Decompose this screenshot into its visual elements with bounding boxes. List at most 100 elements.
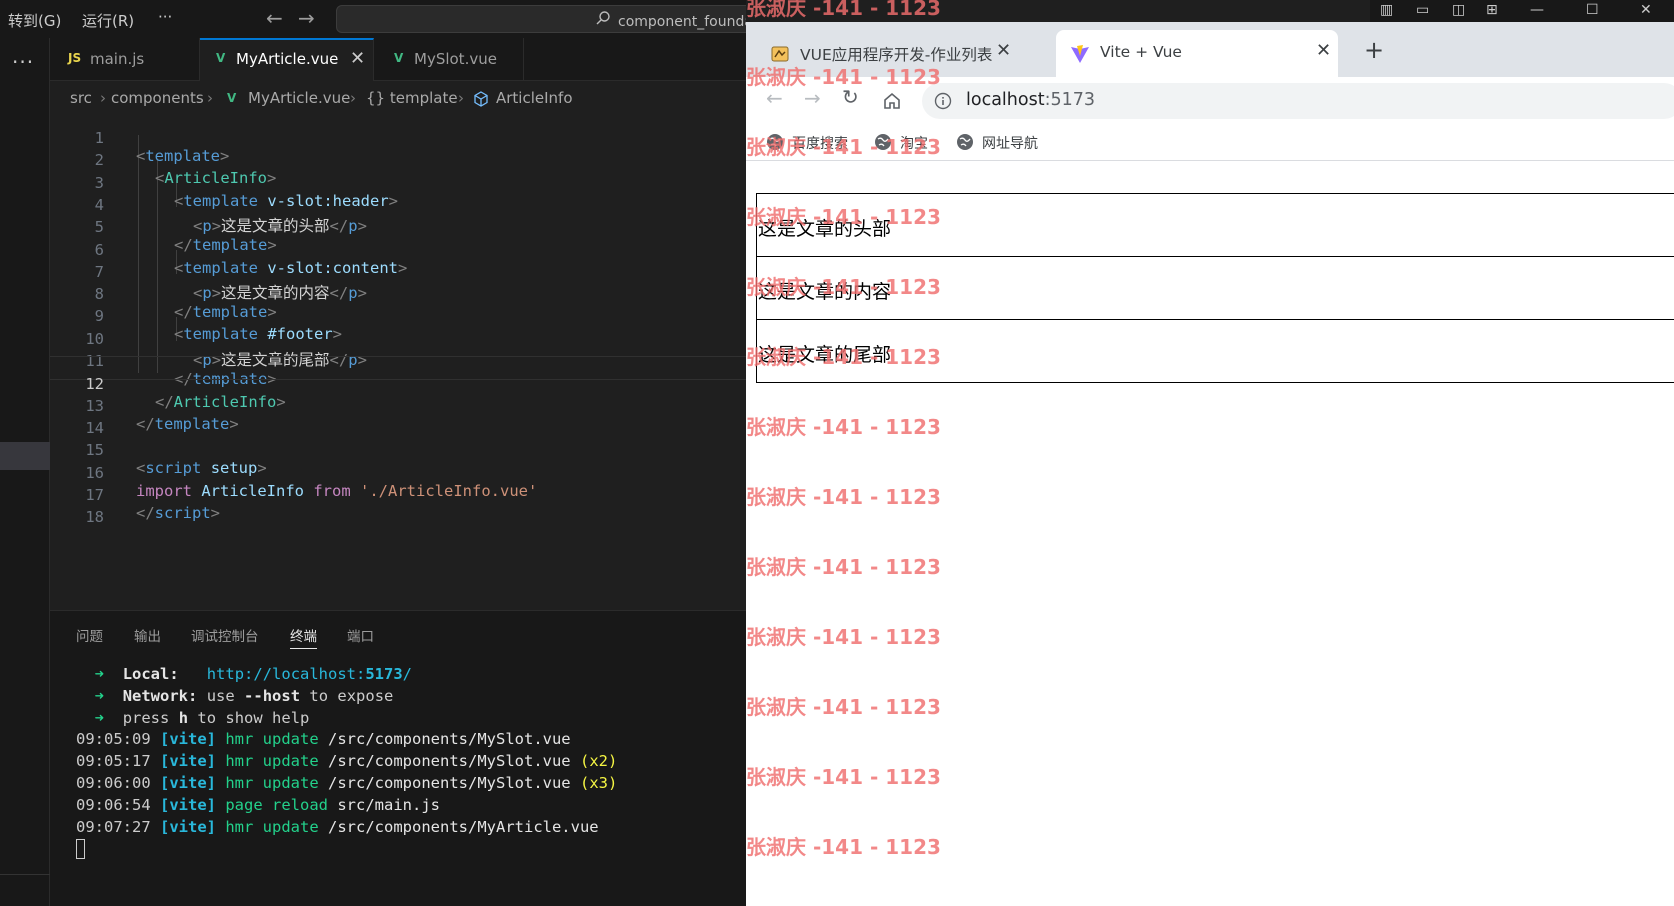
- close-icon[interactable]: ✕: [350, 48, 365, 69]
- code-line: 17 </script>: [50, 468, 746, 522]
- back-arrow-icon[interactable]: ←: [266, 6, 283, 30]
- panel-tab-ports[interactable]: 端口: [347, 625, 374, 645]
- home-icon[interactable]: [882, 91, 902, 111]
- terminal-log-line: 09:05:09 [vite] hmr update /src/componen…: [76, 730, 571, 749]
- code-line: 6 <template v-slot:content>: [50, 223, 746, 277]
- browser-tab-strip: VUE应用程序开发-作业列表 ✕ Vite + Vue ✕ +: [746, 22, 1674, 77]
- new-tab-button[interactable]: +: [1364, 36, 1384, 64]
- tab-label: MySlot.vue: [414, 50, 497, 68]
- panel-tab-debug-console[interactable]: 调试控制台: [191, 625, 259, 645]
- browser-tab-homework[interactable]: VUE应用程序开发-作业列表 ✕: [756, 30, 1016, 77]
- tab-myarticle-vue[interactable]: V MyArticle.vue ✕: [200, 38, 374, 81]
- browser-window: VUE应用程序开发-作业列表 ✕ Vite + Vue ✕ + ← → ↻ lo…: [746, 22, 1674, 906]
- component-icon: [474, 91, 488, 107]
- more-views-icon[interactable]: ···: [12, 50, 34, 74]
- activity-bar: ···: [0, 38, 50, 906]
- terminal-line: ➜ press h to show help: [94, 708, 310, 727]
- breadcrumb-file[interactable]: MyArticle.vue: [248, 89, 350, 107]
- maximize-icon[interactable]: ☐: [1586, 2, 1599, 18]
- article-header-text: 这是文章的头部: [758, 218, 892, 240]
- article-footer-slot: 这是文章的尾部: [756, 319, 1674, 383]
- site-info-icon[interactable]: [934, 92, 952, 110]
- browser-toolbar: ← → ↻ localhost:5173: [746, 77, 1674, 125]
- panel-tab-problems[interactable]: 问题: [76, 625, 103, 645]
- site-favicon-icon: [771, 46, 789, 62]
- arrow-icon: ➜: [94, 708, 105, 727]
- bookmarks-bar: 百度搜索 淘宝 网址导航: [746, 125, 1674, 161]
- panel-tab-output[interactable]: 输出: [134, 625, 161, 645]
- menu-more[interactable]: ···: [158, 8, 172, 26]
- terminal-log-line: 09:06:00 [vite] hmr update /src/componen…: [76, 773, 618, 792]
- local-url[interactable]: http://localhost:5173/: [207, 665, 412, 683]
- bottom-panel: 问题 输出 调试控制台 终端 端口 ➜ Local: http://localh…: [50, 610, 746, 906]
- arrow-icon: ➜: [94, 665, 105, 683]
- code-editor[interactable]: 1 <template> 2 <ArticleInfo> 3 <template…: [50, 111, 746, 611]
- menu-goto[interactable]: 转到(G): [8, 10, 61, 31]
- layout-sidebar-icon[interactable]: ▥: [1380, 2, 1393, 18]
- tab-myslot-vue[interactable]: V MySlot.vue: [374, 38, 524, 81]
- title-bar: 转到(G) 运行(R) ··· ← → component_foundation…: [0, 0, 746, 38]
- code-line: 7 <p>这是文章的内容</p>: [50, 245, 746, 302]
- minimize-icon[interactable]: —: [1530, 2, 1544, 18]
- forward-arrow-icon[interactable]: →: [298, 6, 315, 30]
- chevron-right-icon: ›: [207, 89, 213, 107]
- code-line: 8 </template>: [50, 267, 746, 321]
- breadcrumb-src[interactable]: src: [70, 89, 92, 107]
- reload-icon[interactable]: ↻: [842, 85, 859, 109]
- code-line: 11 </template>: [50, 334, 746, 388]
- browser-back-icon[interactable]: ←: [766, 86, 783, 110]
- chevron-right-icon: ›: [100, 89, 106, 107]
- customize-layout-icon[interactable]: ⊞: [1486, 2, 1498, 18]
- browser-tab-vite-vue[interactable]: Vite + Vue ✕: [1056, 30, 1338, 77]
- menu-run[interactable]: 运行(R): [82, 10, 134, 31]
- breadcrumb-articleinfo[interactable]: ArticleInfo: [496, 89, 573, 107]
- close-icon[interactable]: ✕: [996, 40, 1011, 61]
- terminal-log-line: 09:05:17 [vite] hmr update /src/componen…: [76, 752, 618, 771]
- globe-icon: [875, 134, 891, 150]
- code-line: 2 <ArticleInfo>: [50, 133, 746, 187]
- page-viewport: 这是文章的头部 这是文章的内容 这是文章的尾部: [746, 162, 1674, 906]
- bookmark-nav[interactable]: 网址导航: [982, 133, 1038, 153]
- command-center[interactable]: component_foundation [管理员]: [336, 5, 746, 33]
- breadcrumb-template[interactable]: {} template: [366, 89, 458, 107]
- browser-tab-label: VUE应用程序开发-作业列表: [800, 46, 993, 64]
- address-bar-url: localhost:5173: [966, 90, 1095, 110]
- arrow-icon: ➜: [94, 686, 105, 705]
- terminal-cursor: [76, 839, 85, 860]
- tab-main-js[interactable]: JS main.js: [50, 38, 200, 81]
- terminal-line: ➜ Network: use --host to expose: [94, 686, 394, 705]
- vscode-window: 转到(G) 运行(R) ··· ← → component_foundation…: [0, 0, 746, 906]
- code-line: 18: [50, 490, 746, 526]
- js-file-icon: JS: [68, 51, 82, 65]
- activity-active-indicator: [0, 442, 50, 470]
- terminal-log-line: 09:07:27 [vite] hmr update /src/componen…: [76, 817, 599, 836]
- bookmark-taobao[interactable]: 淘宝: [900, 133, 928, 153]
- activity-divider: [0, 874, 50, 875]
- browser-tab-label: Vite + Vue: [1100, 43, 1182, 61]
- globe-icon: [767, 134, 783, 150]
- browser-forward-icon[interactable]: →: [804, 86, 821, 110]
- breadcrumb-components[interactable]: components: [111, 89, 204, 107]
- bookmark-baidu[interactable]: 百度搜索: [792, 133, 848, 153]
- code-line: 1 <template>: [50, 111, 746, 165]
- terminal[interactable]: ➜ Local: http://localhost:5173/ ➜ Networ…: [76, 665, 617, 861]
- panel-tab-terminal[interactable]: 终端: [290, 625, 317, 649]
- layout-panel-icon[interactable]: ▭: [1416, 2, 1429, 18]
- terminal-prompt[interactable]: [76, 839, 617, 861]
- code-line: 16 import ArticleInfo from './ArticleInf…: [50, 446, 746, 500]
- line-number: 18: [85, 508, 104, 527]
- tab-label: MyArticle.vue: [236, 50, 339, 68]
- search-icon: [596, 11, 610, 25]
- article-content-text: 这是文章的内容: [758, 281, 892, 303]
- code-line: 15 <script setup>: [50, 423, 746, 477]
- chevron-right-icon: ›: [458, 89, 464, 107]
- address-bar[interactable]: localhost:5173: [922, 83, 1674, 119]
- article-header-slot: 这是文章的头部: [756, 193, 1674, 257]
- layout-split-icon[interactable]: ◫: [1452, 2, 1465, 18]
- window-close-icon[interactable]: ✕: [1640, 2, 1652, 18]
- code-line: 9 <template #footer>: [50, 289, 746, 343]
- close-icon[interactable]: ✕: [1316, 40, 1331, 61]
- code-line-current: 12 </ArticleInfo>: [50, 356, 746, 411]
- code-line: 10 <p>这是文章的尾部</p>: [50, 312, 746, 369]
- terminal-log-line: 09:06:54 [vite] page reload src/main.js: [76, 795, 440, 814]
